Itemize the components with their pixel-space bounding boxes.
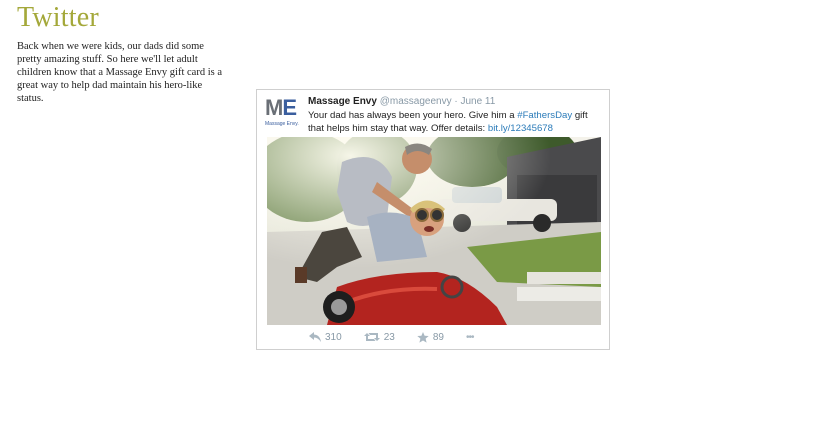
favorite-count: 89 — [432, 331, 444, 343]
author-handle[interactable]: @massageenvy — [380, 96, 452, 107]
tweet-card: ME Massage Envy. Massage Envy @massageen… — [256, 89, 610, 350]
slide-body-text: Back when we were kids, our dads did som… — [17, 41, 222, 104]
reply-icon — [309, 332, 321, 342]
reply-count: 310 — [325, 331, 342, 343]
retweet-button[interactable]: 23 — [363, 331, 395, 343]
tweet-photo[interactable] — [267, 137, 601, 325]
favorite-button[interactable]: 89 — [417, 331, 444, 343]
tweet-text: Your dad has always been your hero. Give… — [308, 109, 606, 135]
photo-dad-pushing-boy-in-pedal-car — [267, 137, 601, 325]
tweet-text-part1: Your dad has always been your hero. Give… — [308, 110, 518, 121]
more-button[interactable]: ••• — [466, 332, 474, 343]
tweet-header: Massage Envy @massageenvy · June 11 — [308, 96, 495, 107]
retweet-count: 23 — [383, 331, 395, 343]
reply-button[interactable]: 310 — [309, 332, 342, 343]
author-name[interactable]: Massage Envy — [308, 96, 377, 107]
me-logo-mark: ME — [265, 95, 297, 120]
tweet-actions: 310 23 89 ••• — [309, 330, 495, 344]
star-icon — [417, 331, 429, 343]
retweet-icon — [363, 333, 380, 341]
offer-link[interactable]: bit.ly/12345678 — [488, 123, 553, 134]
tweet-date[interactable]: June 11 — [460, 96, 495, 107]
logo-text: Massage Envy. — [265, 121, 299, 127]
massage-envy-logo-avatar[interactable]: ME Massage Envy. — [265, 97, 301, 133]
hashtag-link[interactable]: #FathersDay — [517, 110, 572, 121]
more-icon: ••• — [465, 331, 474, 343]
slide-title: Twitter — [17, 2, 99, 33]
